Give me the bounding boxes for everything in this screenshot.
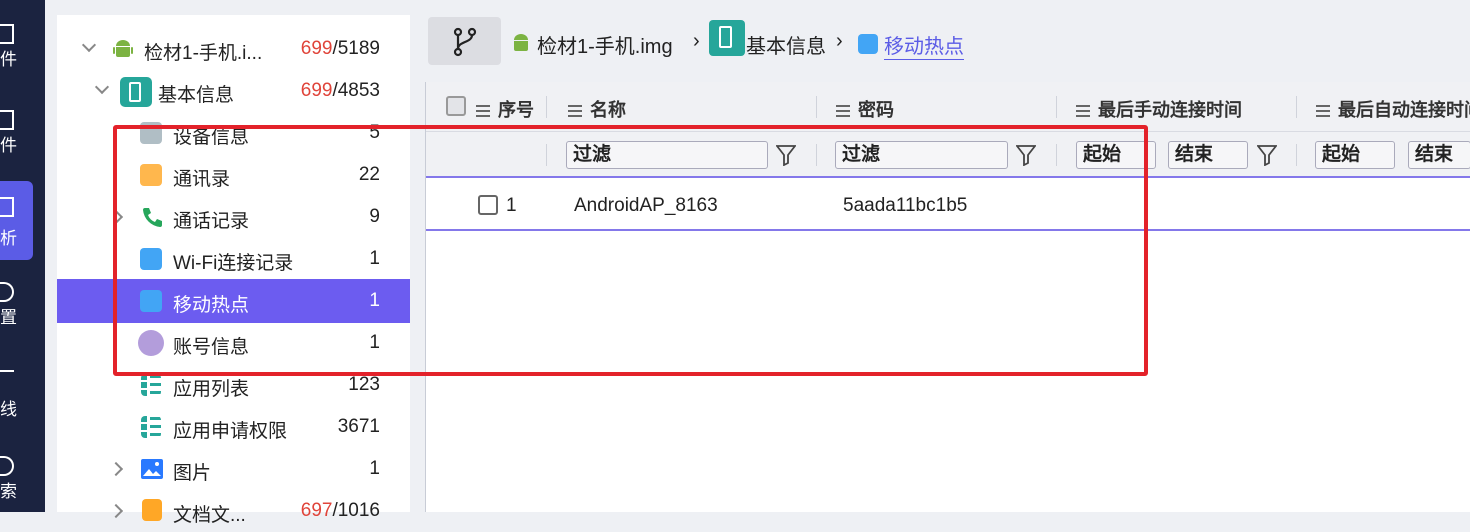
tree-group-label: 基本信息 [158,85,235,106]
tree-item-count: 123 [348,374,380,395]
tree-item-count: 697/1016 [300,500,380,521]
tree-item-label: 图片 [173,463,212,484]
branch-icon [453,27,477,57]
search-icon [0,456,14,476]
select-all-checkbox[interactable] [446,96,466,116]
settings-icon [0,282,14,302]
panel-icon [0,197,14,217]
column-header-password[interactable]: 密码 [836,96,894,122]
branch-button[interactable] [428,17,501,65]
wifi-icon [858,34,878,54]
rail-item-label: 件 [0,50,17,69]
chevron-right-icon: › [836,30,843,52]
list-icon [1316,105,1330,118]
list-icon [568,105,582,118]
tree-root-device[interactable]: 检材1-手机.i... 699/5189 [57,28,410,70]
manual-time-end-input[interactable]: 结束 [1168,141,1248,169]
column-header-seq[interactable]: 序号 [476,96,534,122]
tree-item-label: 文档文... [173,505,246,526]
chevron-right-icon[interactable] [108,503,124,519]
rail-item-files[interactable]: 件 [0,22,40,82]
breadcrumb-current[interactable]: 移动热点 [884,30,964,60]
auto-time-start-input[interactable]: 起始 [1315,141,1395,169]
breadcrumb-category[interactable]: 基本信息 [746,30,826,59]
auto-time-end-input[interactable]: 结束 [1408,141,1470,169]
timeline-icon [0,370,14,380]
tree-item-images[interactable]: 图片 1 [57,448,410,490]
tree-group-count: 699/4853 [300,80,380,101]
image-icon [141,459,163,479]
rail-item-files-2[interactable]: 件 [0,108,40,168]
column-header-name[interactable]: 名称 [568,96,626,122]
list-icon [1076,105,1090,118]
chevron-right-icon[interactable] [108,461,124,477]
tree-item-count: 3671 [337,416,380,437]
basic-info-icon [120,77,152,107]
filter-icon[interactable] [1257,144,1277,166]
chevron-right-icon: › [693,30,700,52]
left-nav-rail: 件 件 析 置 线 索 [0,0,45,512]
tree-group-basic-info[interactable]: 基本信息 699/4853 [57,70,410,112]
rail-item-label: 索 [0,482,17,501]
rail-item-label: 析 [0,229,17,248]
tree-item-count: 1 [369,458,380,479]
tree-item-label: 应用申请权限 [173,421,288,442]
tree-root-count: 699/5189 [300,38,380,59]
basic-info-icon [709,20,745,56]
android-icon [514,34,528,51]
panel-icon [0,24,14,44]
rail-item-label: 线 [0,400,17,419]
list-icon [476,105,490,118]
rail-item-label: 件 [0,136,17,155]
column-header-manual-time[interactable]: 最后手动连接时间 [1076,96,1242,122]
document-icon [142,499,162,521]
rail-item-label: 置 [0,308,17,327]
tree-root-label: 检材1-手机.i... [144,43,263,64]
android-icon [113,40,133,57]
list-icon [836,105,850,118]
tree-item-label: 应用列表 [173,379,250,400]
rail-item-settings[interactable]: 置 [0,280,40,340]
panel-icon [0,110,14,130]
rail-item-search[interactable]: 索 [0,454,40,514]
list-icon [141,416,161,438]
rail-item-timeline[interactable]: 线 [0,368,40,428]
list-icon [141,374,161,396]
column-header-auto-time[interactable]: 最后自动连接时间 [1316,96,1470,122]
chevron-down-icon[interactable] [94,79,110,95]
highlight-box [113,125,1148,376]
breadcrumb-device[interactable]: 检材1-手机.img [537,30,673,59]
tree-item-documents[interactable]: 文档文... 697/1016 [57,490,410,532]
rail-item-analysis[interactable]: 析 [0,181,33,260]
chevron-down-icon[interactable] [81,37,97,53]
tree-item-app-permissions[interactable]: 应用申请权限 3671 [57,406,410,448]
